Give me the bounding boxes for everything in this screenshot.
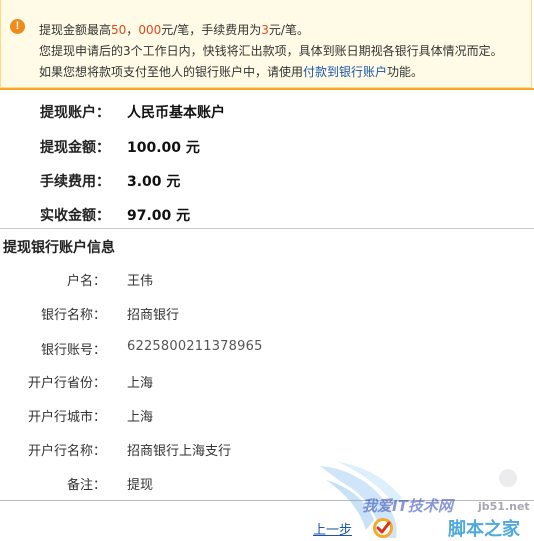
info-icon: ! [10, 19, 25, 34]
notice-text: 如果您想将款项支付至他人的银行账户中，请使用 [39, 65, 304, 79]
notice-text: ， [126, 23, 139, 37]
bank-section-title: 提现银行账户信息 [3, 240, 115, 256]
summary-value: 人民币基本账户 [127, 105, 225, 121]
pay-to-bank-link[interactable]: 付款到银行账户 [303, 65, 387, 79]
bank-label: 银行名称： [40, 308, 106, 323]
bank-value: 上海 [127, 410, 154, 425]
notice-line-2: 您提现申请后的3个工作日内，快钱将汇出款项，具体到账日期视各银行具体情况而定。 [39, 44, 503, 58]
summary-row-account: 提现账户： 人民币基本账户 [0, 102, 534, 126]
summary-value: 100.00 元 [127, 140, 200, 156]
bank-value: 招商银行上海支行 [127, 444, 232, 459]
notice-line-3: 如果您想将款项支付至他人的银行账户中，请使用付款到银行账户功能。 [39, 63, 423, 80]
notice-line-1: 提现金额最高50，000元/笔，手续费用为3元/笔。 [39, 21, 309, 38]
fee-number: 3 [261, 23, 269, 37]
notice-text: 功能。 [387, 65, 424, 79]
bank-row-remark: 备注： 提现 [0, 474, 534, 496]
summary-label: 提现金额： [40, 140, 110, 156]
bank-row-account-number: 银行账号： 6225800211378965 [0, 339, 534, 361]
bank-value: 王伟 [127, 274, 154, 289]
max-amount-number: 50 [111, 23, 127, 37]
bank-label: 备注： [66, 478, 106, 493]
divider-orange [0, 88, 534, 90]
bank-row-holder: 户名： 王伟 [0, 270, 534, 292]
bank-label: 开户行名称： [27, 444, 106, 459]
bank-value: 招商银行 [127, 308, 180, 323]
bank-row-branch: 开户行名称： 招商银行上海支行 [0, 440, 534, 462]
bank-row-city: 开户行城市： 上海 [0, 406, 534, 428]
confirm-submit-icon[interactable] [372, 517, 394, 539]
prev-step-link[interactable]: 上一步 [313, 519, 352, 538]
bank-row-bank-name: 银行名称： 招商银行 [0, 304, 534, 326]
summary-value: 3.00 元 [127, 174, 181, 190]
bank-value: 提现 [127, 478, 154, 493]
summary-row-fee: 手续费用： 3.00 元 [0, 171, 534, 195]
summary-value: 97.00 元 [127, 208, 191, 224]
notice-text: 元/笔，手续费用为 [161, 23, 262, 37]
summary-row-received: 实收金额： 97.00 元 [0, 205, 534, 229]
notice-text: 元/笔。 [268, 23, 309, 37]
bank-label: 户名： [66, 274, 106, 289]
divider-gray [0, 228, 534, 229]
summary-row-amount: 提现金额： 100.00 元 [0, 137, 534, 161]
bank-label: 银行账号： [40, 343, 106, 358]
bank-value: 上海 [127, 376, 154, 391]
watermark-brand: 我爱IT技术网 [362, 497, 453, 515]
summary-label: 提现账户： [40, 105, 110, 121]
bank-row-province: 开户行省份： 上海 [0, 372, 534, 394]
bank-label: 开户行城市： [27, 410, 106, 425]
bank-label: 开户行省份： [27, 376, 106, 391]
notice-box: ! 提现金额最高50，000元/笔，手续费用为3元/笔。 您提现申请后的3个工作… [0, 0, 532, 88]
bank-value: 6225800211378965 [127, 339, 263, 354]
summary-label: 实收金额： [40, 208, 110, 224]
watermark-site: 脚本之家 [448, 519, 520, 540]
notice-text: 提现金额最高 [39, 23, 112, 37]
divider-bottom [0, 500, 534, 501]
watermark-url: jb51.net [478, 500, 530, 513]
summary-label: 手续费用： [40, 174, 110, 190]
max-amount-number: 000 [138, 23, 162, 37]
